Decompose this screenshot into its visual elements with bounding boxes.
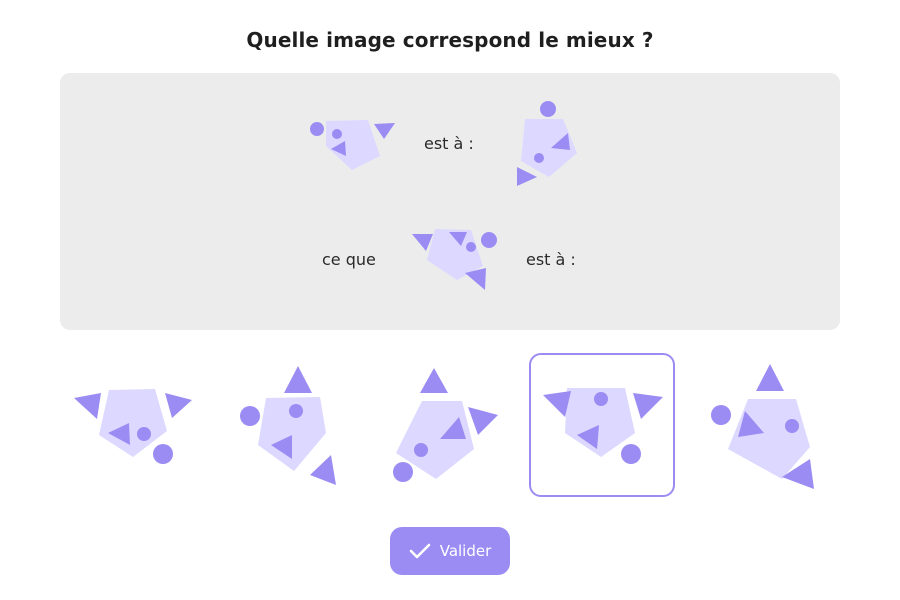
answer-option-4-image bbox=[543, 388, 663, 464]
analogy-text-as: ce que bbox=[322, 250, 376, 269]
answer-option-5-image bbox=[711, 364, 814, 489]
answer-option-3[interactable] bbox=[384, 353, 530, 497]
analogy-text-is-to-1: est à : bbox=[424, 134, 474, 153]
answer-option-5[interactable] bbox=[698, 353, 844, 497]
answer-option-1[interactable] bbox=[61, 353, 207, 497]
analogy-image-a bbox=[310, 120, 395, 170]
answer-option-1-image bbox=[74, 389, 192, 464]
analogy-image-c bbox=[412, 229, 497, 290]
analogy-text-is-to-2: est à : bbox=[526, 250, 576, 269]
answer-option-4[interactable] bbox=[529, 353, 675, 497]
check-icon bbox=[409, 543, 431, 559]
analogy-panel: est à : ce que est à : bbox=[60, 73, 840, 330]
answer-option-2[interactable] bbox=[228, 353, 374, 497]
analogy-image-b bbox=[517, 101, 577, 186]
submit-button[interactable]: Valider bbox=[390, 527, 510, 575]
question-title: Quelle image correspond le mieux ? bbox=[246, 28, 654, 52]
submit-button-label: Valider bbox=[439, 542, 492, 560]
answer-option-2-image bbox=[240, 366, 336, 485]
answer-option-3-image bbox=[393, 368, 498, 482]
